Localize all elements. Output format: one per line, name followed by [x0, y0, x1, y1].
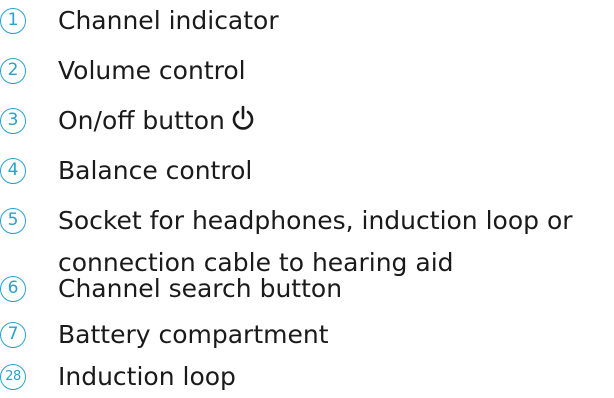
item-label: Channel indicator	[58, 6, 279, 35]
item-label: Induction loop	[58, 362, 236, 391]
item-number-badge: 6	[0, 276, 26, 302]
item-number-badge: 1	[0, 8, 26, 34]
power-icon	[231, 102, 255, 144]
item-label-row: On/off button	[58, 100, 614, 144]
item-label: Balance control	[58, 156, 253, 185]
item-number-badge: 4	[0, 158, 26, 184]
component-legend: 1 Channel indicator 2 Volume control 3 O…	[0, 0, 614, 395]
item-number-badge: 28	[0, 364, 26, 390]
item-number-badge: 2	[0, 58, 26, 84]
item-label: Volume control	[58, 56, 246, 85]
item-number-badge: 3	[0, 108, 26, 134]
item-label: Channel search button	[58, 274, 343, 303]
item-number-badge: 5	[0, 208, 26, 234]
item-label: Socket for headphones, induction loop or	[58, 206, 573, 235]
item-number-badge: 7	[0, 322, 26, 348]
item-label: On/off button	[58, 106, 225, 135]
item-label: Battery compartment	[58, 320, 329, 349]
